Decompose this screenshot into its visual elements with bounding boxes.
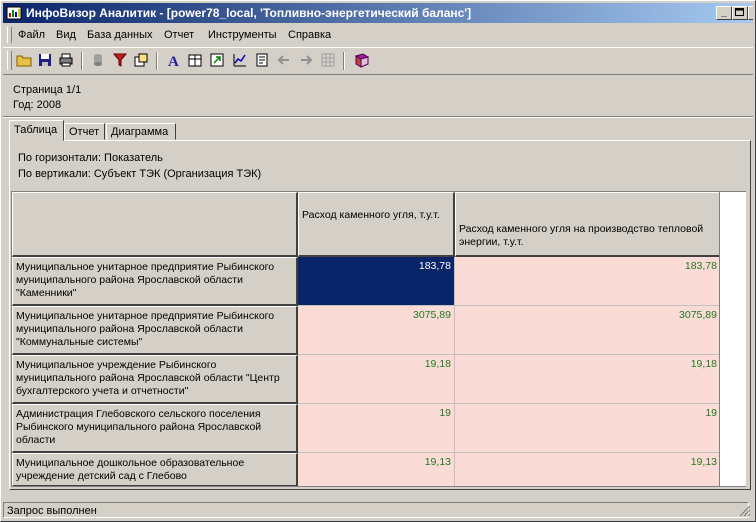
forward-arrow-icon[interactable] [297,51,315,69]
minimize-icon: _ [721,7,727,18]
chart-icon[interactable] [231,51,249,69]
svg-text:A: A [168,54,179,69]
maximize-button[interactable] [732,6,748,20]
minimize-button[interactable]: _ [716,6,732,20]
table-icon[interactable] [186,51,204,69]
toolbar-separator [343,52,345,70]
table-cell[interactable]: 19 [298,404,455,453]
save-icon[interactable] [36,51,54,69]
grid-icon[interactable] [319,51,337,69]
status-bar: Запрос выполнен [3,501,753,519]
row-header[interactable]: Муниципальное учреждение Рыбинского муни… [12,355,298,404]
table-cell[interactable]: 19,18 [298,355,455,404]
database-icon[interactable] [89,51,107,69]
toolbar-separator [81,52,83,70]
column-header[interactable]: Расход каменного угля на производство те… [455,192,719,257]
toolbar: A [3,47,753,75]
report-icon[interactable] [253,51,271,69]
menu-file[interactable]: Файл [18,29,45,41]
app-icon [6,6,22,20]
vertical-axis-label: По вертикали: Субъект ТЭК (Организация Т… [18,168,262,180]
table-cell[interactable]: 19,18 [455,355,719,404]
toolbar-grip[interactable] [7,51,12,70]
menu-database[interactable]: База данных [87,29,153,41]
toolbar-separator [156,52,158,70]
app-window: ИнфоВизор Аналитик - [power78_local, 'То… [0,0,756,522]
print-icon[interactable] [57,51,75,69]
corner-header [12,192,298,257]
divider [3,116,753,118]
horizontal-axis-label: По горизонтали: Показатель [18,152,163,164]
back-arrow-icon[interactable] [275,51,293,69]
open-folder-icon[interactable] [15,51,33,69]
menu-view[interactable]: Вид [56,29,76,41]
column-header[interactable]: Расход каменного угля, т.у.т. [298,192,455,257]
tab-table[interactable]: Таблица [9,120,64,141]
year-label: Год: 2008 [13,99,62,111]
status-text: Запрос выполнен [3,502,749,518]
table-cell[interactable]: 19 [455,404,719,453]
menu-help[interactable]: Справка [288,29,331,41]
window-title: ИнфоВизор Аналитик - [power78_local, 'То… [26,6,472,20]
pivot-icon[interactable] [132,51,150,69]
row-header[interactable]: Муниципальное дошкольное образовательное… [12,453,298,486]
menu-tools[interactable]: Инструменты [208,29,277,41]
tab-chart[interactable]: Диаграмма [106,123,176,140]
table-cell[interactable]: 183,78 [455,257,719,306]
row-header[interactable]: Муниципальное унитарное предприятие Рыби… [12,257,298,306]
font-icon[interactable]: A [164,51,182,69]
menubar-grip[interactable] [7,27,12,43]
table-cell[interactable]: 183,78 [298,257,455,306]
menu-bar: Файл Вид База данных Отчет Инструменты С… [3,25,753,45]
table-cell[interactable]: 19,13 [298,453,455,486]
table-cell[interactable]: 19,13 [455,453,719,486]
page-indicator: Страница 1/1 [13,84,82,96]
restore-icon [735,8,744,16]
data-grid[interactable]: Расход каменного угля, т.у.т. Расход кам… [11,191,720,487]
row-header[interactable]: Муниципальное унитарное предприятие Рыби… [12,306,298,355]
size-grip-icon[interactable] [739,505,751,517]
row-header[interactable]: Администрация Глебовского сельского посе… [12,404,298,453]
book-icon[interactable] [353,51,371,69]
table-cell[interactable]: 3075,89 [298,306,455,355]
title-bar[interactable]: ИнфоВизор Аналитик - [power78_local, 'То… [3,3,753,23]
grid-empty-area [720,191,746,487]
export-icon[interactable] [208,51,226,69]
close-button[interactable] [748,6,753,20]
filter-icon[interactable] [111,51,129,69]
menu-report[interactable]: Отчет [164,29,194,41]
table-cell[interactable]: 3075,89 [455,306,719,355]
tab-report[interactable]: Отчет [64,123,105,140]
